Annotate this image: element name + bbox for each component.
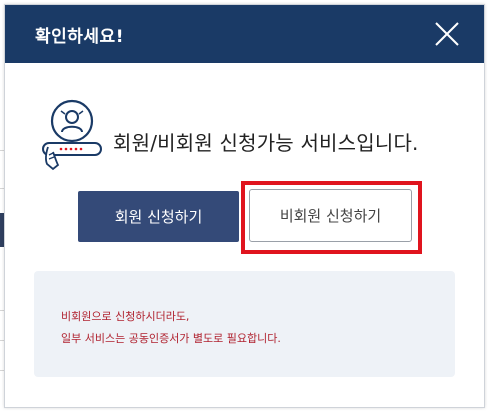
close-icon [435, 22, 459, 46]
close-button[interactable] [434, 21, 460, 47]
notice-line-2: 일부 서비스는 공동인증서가 별도로 필요합니다. [61, 332, 281, 345]
confirm-dialog: 확인하세요! 회원/비회원 신청가능 서비스입니다. 회원 신청하기 비회원 신… [4, 4, 485, 408]
member-login-icon [42, 99, 102, 171]
service-message-row: 회원/비회원 신청가능 서비스입니다. [35, 97, 465, 187]
dialog-header: 확인하세요! [5, 5, 484, 63]
nonmember-apply-button[interactable]: 비회원 신청하기 [249, 189, 412, 242]
service-message: 회원/비회원 신청가능 서비스입니다. [113, 131, 419, 155]
dialog-title: 확인하세요! [35, 27, 124, 47]
notice-box: 비회원으로 신청하시더라도, 일부 서비스는 공동인증서가 별도로 필요합니다. [34, 271, 455, 377]
notice-line-1: 비회원으로 신청하시더라도, [61, 310, 190, 323]
member-apply-button[interactable]: 회원 신청하기 [78, 191, 239, 242]
